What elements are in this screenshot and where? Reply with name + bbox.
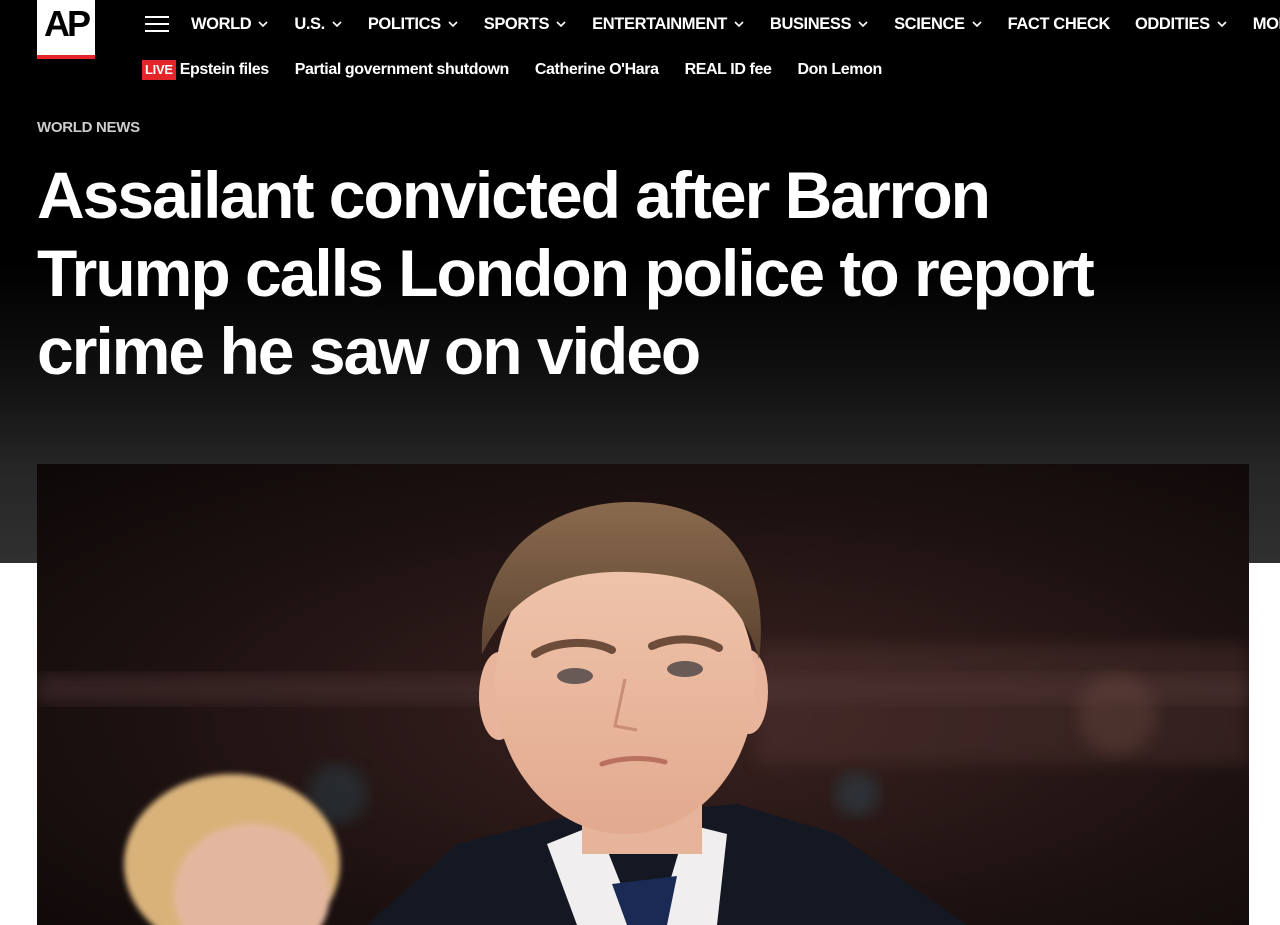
nav-item-label: ODDITIES bbox=[1134, 14, 1210, 33]
section-kicker[interactable]: WORLD NEWS bbox=[37, 119, 140, 136]
ap-logo[interactable]: AP bbox=[37, 0, 95, 59]
lead-photo[interactable] bbox=[37, 464, 1249, 925]
nav-item-label: U.S. bbox=[294, 14, 325, 33]
chevron-down-icon bbox=[972, 21, 982, 28]
chevron-down-icon bbox=[858, 21, 868, 28]
article-headline: Assailant convicted after Barron Trump c… bbox=[37, 156, 1217, 390]
nav-item-label: WORLD bbox=[191, 14, 252, 33]
trending-link-catherine-ohara[interactable]: Catherine O'Hara bbox=[535, 61, 659, 79]
nav-item-politics[interactable]: POLITICS bbox=[368, 13, 459, 35]
logo-text: AP bbox=[43, 2, 91, 44]
chevron-down-icon bbox=[556, 21, 566, 28]
nav-item-us[interactable]: U.S. bbox=[294, 13, 343, 35]
lead-photo-image bbox=[37, 464, 1249, 925]
headline-line: Assailant convicted after Barron bbox=[37, 158, 991, 232]
chevron-down-icon bbox=[448, 21, 458, 28]
nav-item-fact-check[interactable]: FACT CHECK bbox=[1007, 13, 1111, 35]
chevron-down-icon bbox=[332, 21, 342, 28]
nav-item-label: FACT CHECK bbox=[1007, 14, 1111, 33]
nav-item-world[interactable]: WORLD bbox=[191, 13, 269, 35]
nav-item-entertainment[interactable]: ENTERTAINMENT bbox=[592, 13, 745, 35]
nav-item-label: SCIENCE bbox=[894, 14, 965, 33]
nav-item-more[interactable]: MORE bbox=[1253, 13, 1280, 35]
nav-item-label: ENTERTAINMENT bbox=[592, 14, 727, 33]
main-nav: WORLD U.S. POLITICS SPORTS ENTERTAINMENT… bbox=[191, 13, 1280, 35]
headline-line: crime he saw on video bbox=[37, 314, 701, 388]
nav-item-label: BUSINESS bbox=[769, 14, 852, 33]
trending-link-don-lemon[interactable]: Don Lemon bbox=[797, 61, 882, 79]
live-badge: LIVE bbox=[142, 60, 176, 80]
nav-item-business[interactable]: BUSINESS bbox=[770, 13, 869, 35]
nav-item-oddities[interactable]: ODDITIES bbox=[1135, 13, 1228, 35]
nav-item-label: POLITICS bbox=[367, 14, 441, 33]
trending-link-real-id-fee[interactable]: REAL ID fee bbox=[685, 61, 772, 79]
trending-bar: LIVE Epstein files Partial government sh… bbox=[142, 59, 908, 81]
nav-item-label: MORE bbox=[1252, 14, 1280, 33]
nav-item-science[interactable]: SCIENCE bbox=[894, 13, 983, 35]
trending-link-epstein-files[interactable]: Epstein files bbox=[180, 61, 269, 79]
nav-item-label: SPORTS bbox=[483, 14, 550, 33]
hamburger-menu-icon[interactable] bbox=[145, 16, 169, 32]
nav-item-sports[interactable]: SPORTS bbox=[484, 13, 567, 35]
headline-line: Trump calls London police to report bbox=[37, 236, 1095, 310]
chevron-down-icon bbox=[258, 21, 268, 28]
chevron-down-icon bbox=[734, 21, 744, 28]
chevron-down-icon bbox=[1217, 21, 1227, 28]
trending-link-government-shutdown[interactable]: Partial government shutdown bbox=[295, 61, 510, 79]
